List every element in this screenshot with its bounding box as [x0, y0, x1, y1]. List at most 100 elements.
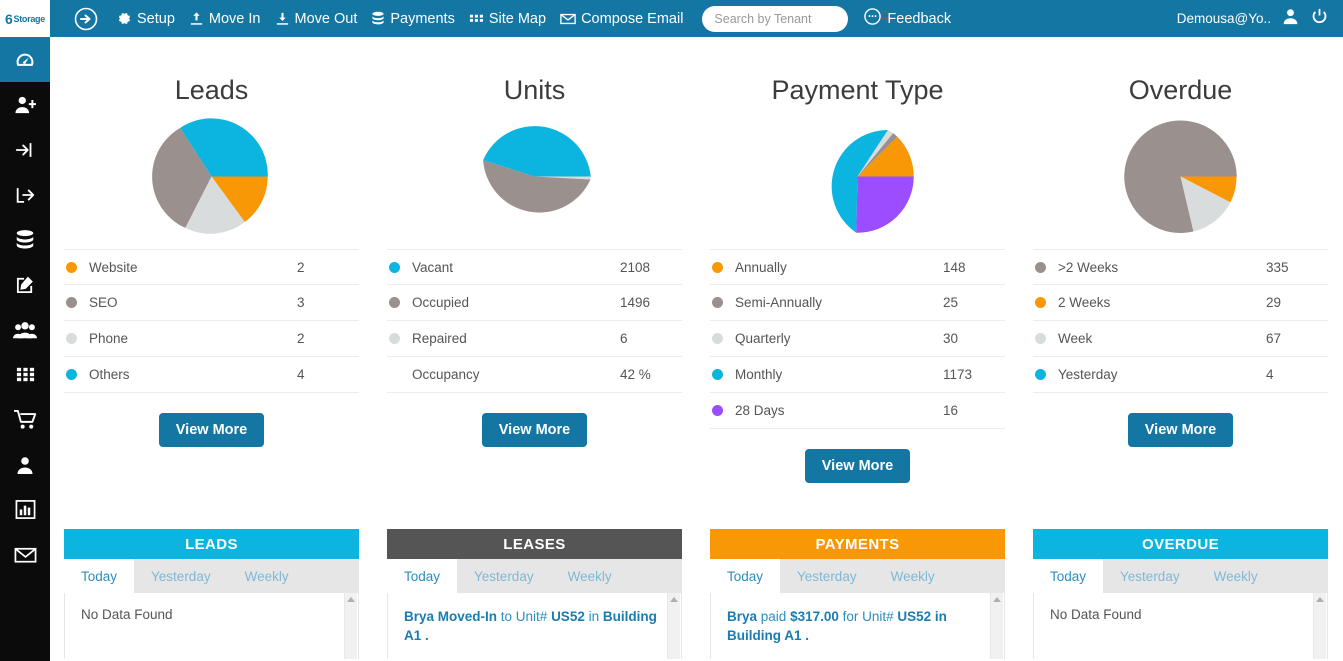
tab-yesterday-overdue[interactable]: Yesterday: [1103, 559, 1197, 593]
tab-today-leases[interactable]: Today: [387, 559, 458, 593]
pie-chart-leads: [50, 114, 373, 239]
view-more-button-overdue[interactable]: View More: [1127, 413, 1234, 447]
legend-leads: Website 2 SEO 3 Phone 2 Others 4: [64, 249, 359, 393]
legend-row: Phone 2: [64, 321, 359, 357]
sidebar-item-payments[interactable]: [0, 217, 50, 262]
legend-label: Occupancy: [412, 367, 480, 382]
nav-item-setup[interactable]: Setup: [110, 11, 182, 27]
pie-chart-units: [373, 114, 696, 239]
legend-dot: [66, 333, 77, 344]
legend-row: >2 Weeks 335: [1033, 249, 1328, 285]
legend-value: 6: [620, 331, 628, 346]
card-body-overdue: No Data Found: [1033, 593, 1328, 659]
panel-units: Units Vacant 2108 Occupied 1496 Repaired…: [373, 45, 696, 483]
scroll-up-arrow-icon[interactable]: [670, 597, 678, 602]
feedback-button[interactable]: Feedback: [864, 8, 951, 29]
legend-dot: [712, 297, 723, 308]
tab-today-payments[interactable]: Today: [710, 559, 781, 593]
view-more-button-units[interactable]: View More: [481, 413, 588, 447]
envelope-icon: [560, 12, 576, 26]
legend-label: Annually: [735, 259, 787, 275]
entry-part: to Unit#: [497, 609, 552, 624]
legend-label: 28 Days: [735, 403, 785, 418]
legend-row: Website 2: [64, 249, 359, 285]
tenant-search[interactable]: [702, 5, 893, 32]
cart-icon: [13, 409, 36, 429]
tab-weekly-overdue[interactable]: Weekly: [1196, 559, 1275, 593]
activity-cards: LEADS Today Yesterday Weekly No Data Fou…: [50, 529, 1343, 659]
legend-dot: [389, 261, 400, 273]
sidebar-item-store[interactable]: [0, 397, 50, 442]
sidebar-item-dashboard[interactable]: [0, 37, 50, 82]
scroll-up-arrow-icon[interactable]: [347, 597, 355, 602]
logo-mark-number: 6: [5, 10, 13, 27]
scrollbar-overdue[interactable]: [1313, 593, 1326, 659]
tab-weekly-leases[interactable]: Weekly: [550, 559, 629, 593]
entry-part: Brya: [727, 609, 758, 624]
user-icon[interactable]: [1281, 7, 1300, 31]
legend-row: SEO 3: [64, 285, 359, 321]
entry-part: paid: [757, 609, 791, 624]
sidebar-item-reports[interactable]: [0, 487, 50, 532]
power-icon[interactable]: [1310, 7, 1329, 31]
scrollbar-leads[interactable]: [344, 593, 357, 659]
view-more-wrap-payment-type: View More: [696, 449, 1019, 483]
card-header-overdue: OVERDUE: [1033, 529, 1328, 559]
sidebar-item-edit[interactable]: [0, 262, 50, 307]
activity-entry-payments[interactable]: Brya paid $317.00 for Unit# US52 in Buil…: [727, 607, 988, 645]
pie-chart-payment-type: [696, 114, 1019, 239]
activity-entry-leases[interactable]: Brya Moved-In to Unit# US52 in Building …: [404, 607, 665, 645]
entry-part: in: [584, 609, 603, 624]
view-more-button-leads[interactable]: View More: [158, 413, 265, 447]
logo-mark-text: Storage: [13, 13, 46, 24]
legend-payment-type: Annually 148 Semi-Annually 25 Quarterly …: [710, 249, 1005, 429]
sidebar-item-move-out[interactable]: [0, 172, 50, 217]
legend-label: Semi-Annually: [735, 295, 823, 310]
tab-yesterday-leads[interactable]: Yesterday: [134, 559, 228, 593]
nav-item-site-map[interactable]: Site Map: [462, 11, 553, 27]
database-icon: [16, 229, 34, 249]
nav-item-payments[interactable]: Payments: [364, 11, 461, 27]
legend-dot: [712, 405, 723, 416]
legend-label: SEO: [89, 295, 118, 310]
legend-value: 25: [943, 295, 959, 310]
tab-today-leads[interactable]: Today: [64, 559, 135, 593]
sidebar-item-tenants[interactable]: [0, 307, 50, 352]
database-icon: [371, 11, 385, 26]
search-input[interactable]: [714, 11, 876, 26]
arrow-circle-right-icon[interactable]: [74, 7, 98, 31]
scroll-up-arrow-icon[interactable]: [1316, 597, 1324, 602]
app-logo[interactable]: 6 Storage: [0, 0, 50, 37]
nav-label-move-in: Move In: [208, 10, 261, 27]
legend-label: Website: [89, 259, 138, 275]
legend-row: Yesterday 4: [1033, 357, 1328, 393]
scrollbar-payments[interactable]: [990, 593, 1003, 659]
nav-label-compose-email: Compose Email: [581, 10, 684, 27]
legend-units: Vacant 2108 Occupied 1496 Repaired 6 Occ…: [387, 249, 682, 393]
tab-yesterday-leases[interactable]: Yesterday: [457, 559, 551, 593]
nav-item-move-out[interactable]: Move Out: [268, 11, 365, 27]
sidebar-item-account[interactable]: [0, 442, 50, 487]
main-content: Leads Website 2 SEO 3 Phone 2 Others 4 V…: [50, 37, 1343, 661]
sidebar-item-add-tenant[interactable]: [0, 82, 50, 127]
entry-part: US52: [551, 609, 585, 624]
nav-item-move-in[interactable]: Move In: [182, 11, 268, 27]
nav-item-compose-email[interactable]: Compose Email: [553, 11, 690, 27]
legend-dot: [389, 297, 400, 308]
panel-title-units: Units: [503, 75, 566, 105]
tab-weekly-leads[interactable]: Weekly: [227, 559, 306, 593]
entry-part: $317.00: [790, 609, 839, 624]
tab-yesterday-payments[interactable]: Yesterday: [780, 559, 874, 593]
scroll-up-arrow-icon[interactable]: [993, 597, 1001, 602]
tab-weekly-payments[interactable]: Weekly: [873, 559, 952, 593]
scrollbar-leases[interactable]: [667, 593, 680, 659]
sidebar-item-site-map[interactable]: [0, 352, 50, 397]
sidebar-item-email[interactable]: [0, 532, 50, 577]
view-more-button-payment-type[interactable]: View More: [804, 449, 911, 483]
sidebar-item-move-in[interactable]: [0, 127, 50, 172]
legend-label: Vacant: [412, 259, 454, 275]
legend-dot: [712, 369, 723, 380]
tab-today-overdue[interactable]: Today: [1033, 559, 1104, 593]
legend-label: Occupied: [412, 295, 470, 310]
legend-row: Monthly 1173: [710, 357, 1005, 393]
